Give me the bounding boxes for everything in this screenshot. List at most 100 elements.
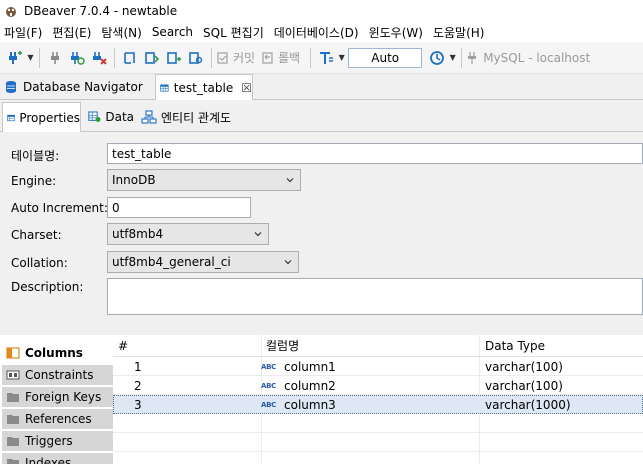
menu-sql-editor[interactable]: SQL 편집기 — [199, 24, 270, 41]
header-data-type[interactable]: Data Type — [485, 336, 545, 355]
description-label: Description: — [11, 280, 84, 294]
commit-icon — [217, 51, 228, 64]
properties-table-icon — [7, 114, 16, 122]
commit-button[interactable]: 커밋 — [216, 49, 255, 66]
editor-tab-bar: Database Navigator test_table ☒ — [0, 74, 643, 101]
charset-value: utf8mb4 — [112, 227, 164, 241]
side-tab-references[interactable]: References — [2, 409, 113, 430]
column-name-cell[interactable]: ABC column3 — [261, 395, 336, 414]
new-connection-dropdown-icon[interactable]: ▼ — [26, 47, 35, 69]
transaction-log-clock-icon[interactable] — [427, 47, 447, 69]
data-grid-icon — [88, 111, 101, 123]
collation-value: utf8mb4_general_ci — [112, 255, 231, 269]
disconnect-icon[interactable] — [89, 47, 109, 69]
table-icon — [160, 84, 169, 92]
rollback-button[interactable]: 롤백 — [261, 49, 300, 66]
auto-increment-label: Auto Increment: — [11, 201, 108, 215]
menu-database[interactable]: 데이터베이스(D) — [270, 24, 365, 41]
connect-icon[interactable] — [45, 47, 65, 69]
data-type-cell[interactable]: varchar(100) — [485, 357, 563, 376]
database-navigator-icon — [6, 81, 16, 93]
side-tab-indexes-label: Indexes — [25, 456, 72, 464]
tab-properties[interactable]: Properties — [2, 102, 81, 133]
header-column-name[interactable]: 컬럼명 — [266, 336, 299, 355]
side-tab-list: Columns Constraints Foreign Keys Referen… — [0, 335, 113, 464]
sql-search-icon[interactable] — [186, 47, 206, 69]
menu-help[interactable]: 도움말(H) — [429, 24, 491, 41]
side-tab-triggers[interactable]: Triggers — [2, 431, 113, 452]
close-tab-icon[interactable]: ☒ — [241, 81, 252, 95]
columns-table: # 컬럼명 Data Type 1 ABC column1 varchar(10… — [113, 335, 643, 464]
table-header-row: # 컬럼명 Data Type — [113, 335, 643, 357]
folder-icon — [7, 415, 19, 424]
active-datasource-selector[interactable]: MySQL - localhost — [466, 51, 590, 65]
menu-search[interactable]: Search — [148, 25, 199, 39]
header-number[interactable]: # — [118, 336, 128, 355]
transaction-log-dropdown-icon[interactable]: ▼ — [448, 47, 457, 69]
table-row-selected[interactable]: 3 ABC column3 varchar(1000) — [113, 395, 643, 414]
new-connection-plug-icon[interactable] — [5, 47, 25, 69]
table-properties-form: 테이블명: test_table Engine: InnoDB Auto Inc… — [0, 132, 643, 344]
tab-data-label: Data — [105, 110, 134, 124]
er-diagram-icon — [141, 110, 157, 124]
columns-section: Columns Constraints Foreign Keys Referen… — [0, 335, 643, 464]
engine-select[interactable]: InnoDB — [107, 169, 301, 191]
tab-er-diagram-label: 엔티티 관계도 — [161, 110, 232, 125]
tab-er-diagram[interactable]: 엔티티 관계도 — [137, 102, 247, 132]
datasource-plug-icon — [468, 51, 477, 64]
new-sql-script-icon[interactable] — [164, 47, 184, 69]
side-tab-constraints-label: Constraints — [25, 368, 94, 382]
row-number: 1 — [134, 359, 142, 374]
menu-file[interactable]: 파일(F) — [0, 24, 48, 41]
folder-icon — [7, 437, 19, 446]
data-type-cell[interactable]: varchar(1000) — [485, 395, 571, 414]
tab-data[interactable]: Data — [84, 102, 134, 132]
column-name-cell[interactable]: ABC column1 — [261, 357, 336, 376]
sql-editor-icon[interactable] — [120, 47, 140, 69]
tab-test-table[interactable]: test_table ☒ — [155, 74, 253, 101]
auto-increment-input[interactable]: 0 — [107, 197, 251, 218]
string-type-icon: ABC — [261, 381, 276, 390]
charset-label: Charset: — [11, 228, 62, 242]
tab-database-navigator[interactable]: Database Navigator — [2, 74, 152, 100]
folder-icon — [7, 393, 19, 402]
side-tab-foreign-keys-label: Foreign Keys — [25, 390, 102, 404]
tab-properties-label: Properties — [19, 111, 80, 125]
commit-label: 커밋 — [233, 51, 256, 65]
collation-select[interactable]: utf8mb4_general_ci — [107, 251, 299, 273]
column-name-value: column3 — [284, 397, 336, 412]
table-name-label: 테이블명: — [11, 149, 60, 163]
side-tab-references-label: References — [25, 412, 92, 426]
side-tab-triggers-label: Triggers — [25, 434, 73, 448]
open-sql-script-icon[interactable] — [142, 47, 162, 69]
transaction-mode-icon[interactable] — [316, 47, 336, 69]
side-tab-constraints[interactable]: Constraints — [2, 365, 113, 386]
engine-value: InnoDB — [112, 173, 156, 187]
menu-window[interactable]: 윈도우(W) — [365, 24, 429, 41]
side-tab-columns[interactable]: Columns — [2, 343, 113, 364]
editor-sub-tabs: Properties Data 엔티티 관계도 — [0, 100, 643, 133]
tab-database-navigator-label: Database Navigator — [23, 80, 143, 94]
data-type-cell[interactable]: varchar(100) — [485, 376, 563, 395]
side-tab-indexes[interactable]: Indexes — [2, 453, 113, 464]
side-tab-foreign-keys[interactable]: Foreign Keys — [2, 387, 113, 408]
dbeaver-logo-icon — [4, 4, 18, 18]
row-number: 3 — [134, 397, 142, 412]
toolbar-separator — [461, 47, 463, 68]
description-textarea[interactable] — [107, 278, 643, 315]
table-name-input[interactable]: test_table — [107, 143, 643, 164]
column-name-cell[interactable]: ABC column2 — [261, 376, 336, 395]
engine-label: Engine: — [11, 174, 57, 188]
column-name-value: column2 — [284, 378, 336, 393]
transaction-mode-dropdown-icon[interactable]: ▼ — [337, 47, 346, 69]
datasource-label: MySQL - localhost — [483, 50, 591, 65]
transaction-mode-combo[interactable]: Auto — [348, 47, 423, 68]
empty-row — [113, 414, 643, 433]
charset-select[interactable]: utf8mb4 — [107, 223, 269, 245]
menu-edit[interactable]: 편집(E) — [48, 24, 97, 41]
invalidate-reconnect-icon[interactable] — [67, 47, 87, 69]
table-row[interactable]: 1 ABC column1 varchar(100) — [113, 357, 643, 376]
table-row[interactable]: 2 ABC column2 varchar(100) — [113, 376, 643, 395]
chevron-down-icon — [286, 178, 294, 183]
menu-navigate[interactable]: 탐색(N) — [97, 24, 147, 41]
